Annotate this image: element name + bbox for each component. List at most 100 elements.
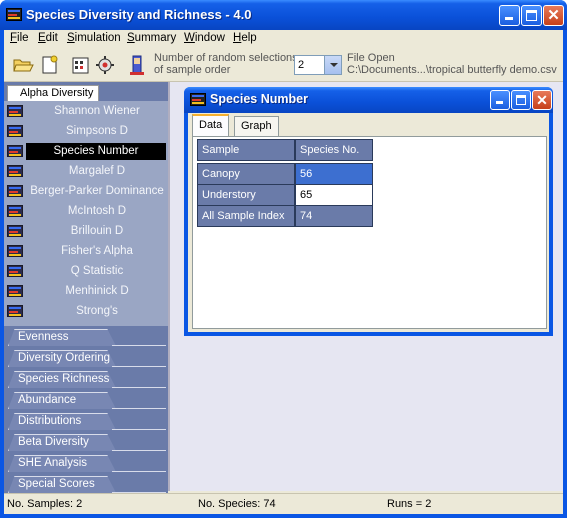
sidebar-item-label: Berger-Parker Dominance — [30, 185, 164, 197]
group-tab-label: Species Richness — [18, 373, 110, 385]
sidebar-item-simpsons-d[interactable]: Simpsons D — [4, 122, 168, 141]
sidebar-item-label: Strong's — [76, 305, 118, 317]
alpha-diversity-list: Shannon Wiener Simpsons D Species Number Ma… — [4, 101, 168, 326]
maximize-icon — [526, 10, 537, 21]
child-window-title: Species Number — [210, 92, 308, 106]
chevron-down-icon[interactable] — [324, 56, 341, 74]
statistic-icon — [7, 265, 23, 277]
child-maximize-button[interactable] — [511, 90, 531, 110]
menu-edit[interactable]: Edit — [38, 32, 58, 44]
group-tab-label: Abundance — [18, 394, 77, 406]
statistic-icon — [7, 305, 23, 317]
new-document-icon[interactable] — [38, 54, 60, 76]
statistic-icon — [7, 125, 23, 137]
divider — [112, 408, 166, 409]
group-tab-abundance[interactable]: Abundance — [4, 390, 168, 411]
statistic-icon — [7, 285, 23, 297]
sidebar-item-brillouin-d[interactable]: Brillouin D — [4, 222, 168, 241]
group-tab-species-richness[interactable]: Species Richness — [4, 369, 168, 390]
sidebar-item-strong-s[interactable]: Strong's — [4, 302, 168, 321]
maximize-button[interactable] — [521, 5, 542, 26]
group-tab-beta-diversity[interactable]: Beta Diversity — [4, 432, 168, 453]
child-minimize-button[interactable] — [490, 90, 510, 110]
group-tab-distributions[interactable]: Distributions — [4, 411, 168, 432]
menu-summary[interactable]: Summary — [127, 32, 176, 44]
app-icon — [6, 8, 22, 21]
minimize-icon — [505, 17, 513, 20]
sidebar-item-label: Brillouin D — [70, 225, 124, 237]
window-title: Species Diversity and Richness - 4.0 — [26, 7, 252, 22]
data-tab-panel: Sample Species No. Canopy 56 Understory … — [192, 136, 547, 329]
statistic-icon — [7, 245, 23, 257]
group-tab-special-scores[interactable]: Special Scores — [4, 474, 168, 495]
main-window: Species Diversity and Richness - 4.0 ✕ F… — [0, 0, 567, 518]
toolbar: Number of random selections of sample or… — [4, 48, 563, 82]
person-icon[interactable] — [126, 54, 148, 76]
divider — [112, 471, 166, 472]
random-selections-dropdown[interactable]: 2 — [294, 55, 342, 75]
sidebar-item-label: Q Statistic — [70, 265, 124, 277]
tab-data[interactable]: Data — [192, 114, 230, 136]
sidebar-item-q-statistic[interactable]: Q Statistic — [4, 262, 168, 281]
analysis-sidebar: Alpha Diversity Shannon Wiener Simpsons D… — [4, 82, 168, 495]
sidebar-item-fisher-s-alpha[interactable]: Fisher's Alpha — [4, 242, 168, 261]
table-cell-canopy[interactable]: 56 — [295, 163, 373, 185]
menu-window[interactable]: Window — [184, 32, 225, 44]
sidebar-item-label: Species Number — [26, 143, 166, 160]
statistic-icon — [7, 105, 23, 117]
sidebar-item-label: Fisher's Alpha — [61, 245, 133, 257]
menu-simulation[interactable]: Simulation — [67, 32, 121, 44]
sidebar-item-label: McIntosh D — [67, 205, 127, 217]
tab-graph[interactable]: Graph — [234, 116, 279, 136]
menu-help[interactable]: Help — [233, 32, 257, 44]
status-bar: No. Samples: 2 No. Species: 74 Runs = 2 — [4, 493, 563, 514]
sidebar-item-margalef-d[interactable]: Margalef D — [4, 162, 168, 181]
sidebar-item-shannon-wiener[interactable]: Shannon Wiener — [4, 102, 168, 121]
table-cell-all-sample-index[interactable]: 74 — [295, 205, 373, 227]
alpha-diversity-tab[interactable]: Alpha Diversity — [7, 85, 99, 101]
open-folder-icon[interactable] — [12, 54, 34, 76]
status-species: No. Species: 74 — [198, 498, 276, 510]
group-tab-label: Evenness — [18, 331, 69, 343]
random-selections-value: 2 — [298, 59, 305, 71]
close-icon: ✕ — [547, 7, 560, 24]
sidebar-item-label: Menhinick D — [65, 285, 129, 297]
child-title-bar[interactable]: Species Number ✕ — [184, 87, 553, 113]
sidebar-item-species-number[interactable]: Species Number — [4, 142, 168, 161]
sidebar-item-berger-parker-dominance[interactable]: Berger-Parker Dominance — [4, 182, 168, 201]
maximize-icon — [516, 95, 526, 105]
sidebar-item-label: Simpsons D — [66, 125, 128, 137]
close-button[interactable]: ✕ — [543, 5, 564, 26]
row-header-all-sample-index: All Sample Index — [197, 205, 295, 227]
file-path: C:\Documents...\tropical butterfly demo.… — [347, 64, 557, 76]
status-runs: Runs = 2 — [387, 498, 432, 510]
sidebar-item-label: Margalef D — [68, 165, 126, 177]
status-samples: No. Samples: 2 — [7, 498, 83, 510]
group-tab-label: SHE Analysis — [18, 457, 88, 469]
settings-icon[interactable] — [94, 54, 116, 76]
menu-file[interactable]: File — [10, 32, 29, 44]
column-header-sample: Sample — [197, 139, 295, 161]
row-header-understory: Understory — [197, 184, 295, 206]
group-tab-she-analysis[interactable]: SHE Analysis — [4, 453, 168, 474]
child-close-button[interactable]: ✕ — [532, 90, 552, 110]
title-bar[interactable]: Species Diversity and Richness - 4.0 ✕ — [0, 0, 567, 30]
group-tab-diversity-ordering[interactable]: Diversity Ordering — [4, 348, 168, 369]
divider — [112, 366, 166, 367]
sidebar-item-menhinick-d[interactable]: Menhinick D — [4, 282, 168, 301]
menu-bar: File Edit Simulation Summary Window Help — [4, 30, 563, 48]
statistic-icon — [7, 225, 23, 237]
statistic-icon — [7, 185, 23, 197]
group-tab-evenness[interactable]: Evenness — [4, 327, 168, 348]
table-cell-understory[interactable]: 65 — [295, 184, 373, 206]
calculator-icon[interactable] — [70, 54, 92, 76]
divider — [112, 429, 166, 430]
statistic-icon — [7, 145, 23, 157]
statistic-icon — [7, 205, 23, 217]
group-tab-label: Special Scores — [18, 478, 95, 490]
row-header-canopy: Canopy — [197, 163, 295, 185]
statistic-icon — [7, 165, 23, 177]
divider — [112, 387, 166, 388]
minimize-button[interactable] — [499, 5, 520, 26]
sidebar-item-mcintosh-d[interactable]: McIntosh D — [4, 202, 168, 221]
